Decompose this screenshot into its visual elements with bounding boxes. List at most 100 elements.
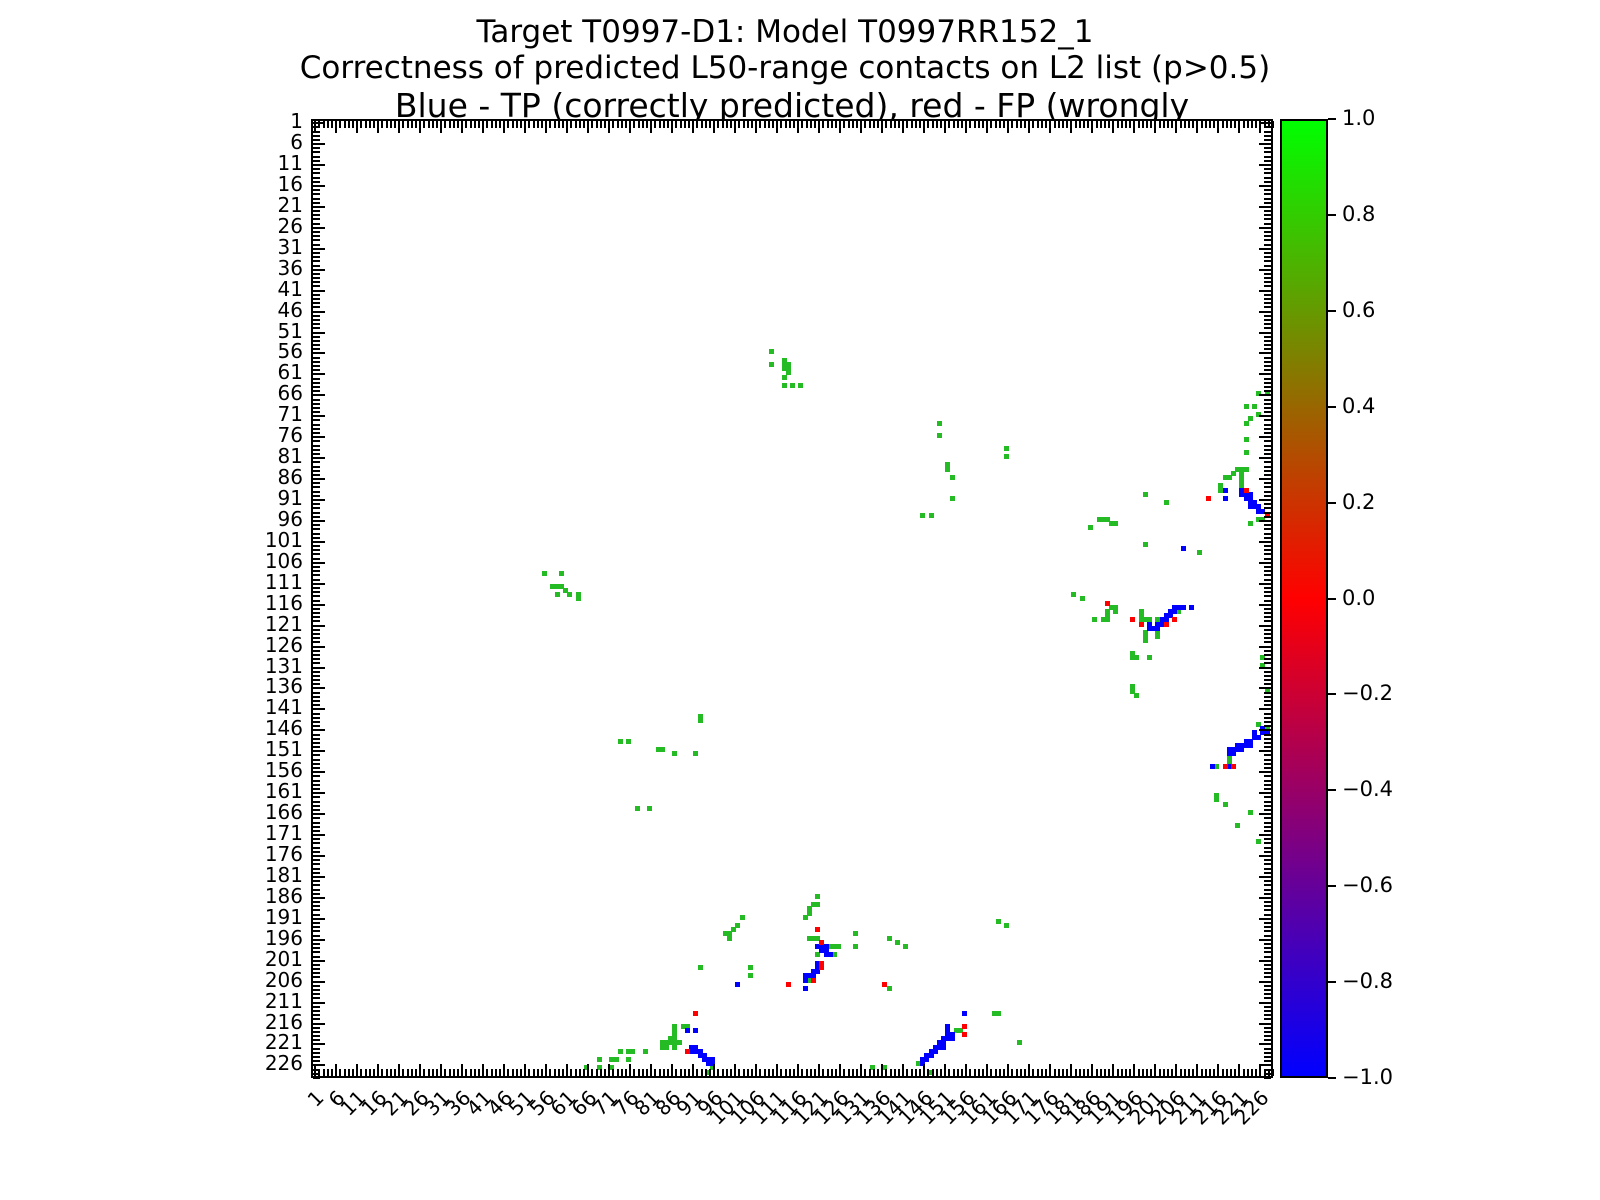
axis-tick: [377, 1064, 379, 1076]
axis-tick: [1264, 842, 1271, 844]
axis-tick: [1251, 1069, 1253, 1076]
axis-tick: [1268, 121, 1270, 128]
axis-tick: [990, 1069, 992, 1076]
axis-tick: [852, 1069, 854, 1076]
contact-cell-fn: [635, 806, 640, 811]
axis-tick: [1083, 1069, 1085, 1076]
axis-tick: [1264, 1052, 1271, 1054]
contact-cell-fp: [1105, 601, 1110, 606]
axis-tick: [313, 482, 320, 484]
axis-tick: [313, 164, 325, 166]
axis-tick: [1264, 713, 1271, 715]
axis-tick: [1049, 1064, 1051, 1076]
axis-tick: [608, 121, 610, 133]
axis-tick: [1264, 121, 1266, 128]
axis-tick: [915, 1069, 917, 1076]
axis-tick: [604, 121, 606, 128]
axis-tick: [1222, 1069, 1224, 1076]
contact-cell-fn: [887, 936, 892, 941]
contact-cell-fn: [748, 973, 753, 978]
axis-tick: [604, 1069, 606, 1076]
axis-tick: [313, 595, 320, 597]
axis-tick: [722, 121, 724, 128]
axis-tick: [323, 121, 325, 128]
axis-tick: [1259, 352, 1271, 354]
axis-tick: [1264, 683, 1271, 685]
axis-tick: [313, 721, 320, 723]
y-tick-label: 41: [233, 279, 303, 299]
axis-tick: [1259, 918, 1271, 920]
axis-tick: [919, 1069, 921, 1076]
axis-tick: [1264, 612, 1271, 614]
axis-tick: [533, 121, 535, 128]
axis-tick: [621, 121, 623, 128]
axis-tick: [1171, 121, 1173, 128]
axis-tick: [1264, 587, 1271, 589]
axis-tick: [961, 121, 963, 128]
axis-tick: [1264, 905, 1271, 907]
axis-tick: [313, 260, 320, 262]
colorbar-tick: [1328, 310, 1336, 312]
y-tick-label: 66: [233, 383, 303, 403]
axis-tick: [1264, 943, 1271, 945]
axis-tick: [503, 121, 505, 133]
axis-tick: [789, 1069, 791, 1076]
axis-tick: [313, 805, 320, 807]
axis-tick: [313, 813, 325, 815]
axis-tick: [1264, 281, 1271, 283]
y-tick-label: 101: [233, 530, 303, 550]
colorbar-tick-label: −1.0: [1342, 1067, 1393, 1088]
contact-cell-fn: [1004, 454, 1009, 459]
axis-tick: [386, 1069, 388, 1076]
y-tick-label: 81: [233, 446, 303, 466]
axis-tick: [1264, 566, 1271, 568]
axis-tick: [478, 121, 480, 128]
axis-tick: [1264, 591, 1271, 593]
axis-tick: [313, 340, 320, 342]
axis-tick: [313, 972, 320, 974]
axis-tick: [974, 121, 976, 128]
axis-tick: [911, 121, 913, 128]
axis-tick: [381, 121, 383, 128]
contact-cell-fn: [727, 936, 732, 941]
axis-tick: [768, 121, 770, 128]
axis-tick: [1264, 512, 1271, 514]
axis-tick: [549, 1069, 551, 1076]
contact-cell-fn: [1134, 693, 1139, 698]
contact-cell-fn: [1164, 500, 1169, 505]
contact-cell-fp: [819, 940, 824, 945]
axis-tick: [1238, 121, 1240, 133]
axis-tick: [486, 121, 488, 128]
axis-tick: [313, 759, 320, 761]
axis-tick: [407, 1069, 409, 1076]
axis-tick: [1264, 650, 1271, 652]
axis-tick: [313, 658, 320, 660]
contact-cell-fn: [1252, 404, 1257, 409]
axis-tick: [1264, 763, 1271, 765]
y-tick-label: 136: [233, 676, 303, 696]
contact-cell-fn: [1080, 596, 1085, 601]
contact-cell-fn: [1256, 839, 1261, 844]
axis-tick: [1264, 826, 1271, 828]
axis-tick: [313, 281, 320, 283]
axis-tick: [906, 121, 908, 128]
axis-tick: [313, 323, 320, 325]
axis-tick: [313, 499, 325, 501]
axis-tick: [1259, 646, 1271, 648]
axis-tick: [1259, 583, 1271, 585]
axis-tick: [313, 453, 320, 455]
axis-tick: [873, 121, 875, 128]
axis-tick: [1264, 553, 1271, 555]
axis-tick: [1264, 822, 1271, 824]
axis-tick: [587, 121, 589, 133]
contact-cell-tp: [735, 982, 740, 987]
axis-tick: [377, 121, 379, 133]
contact-cell-fn: [567, 592, 572, 597]
axis-tick: [1264, 901, 1271, 903]
axis-tick: [667, 1069, 669, 1076]
colorbar-tick: [1328, 885, 1336, 887]
contact-cell-fn: [895, 940, 900, 945]
axis-tick: [1264, 285, 1271, 287]
axis-tick: [717, 121, 719, 128]
axis-tick: [1264, 784, 1271, 786]
